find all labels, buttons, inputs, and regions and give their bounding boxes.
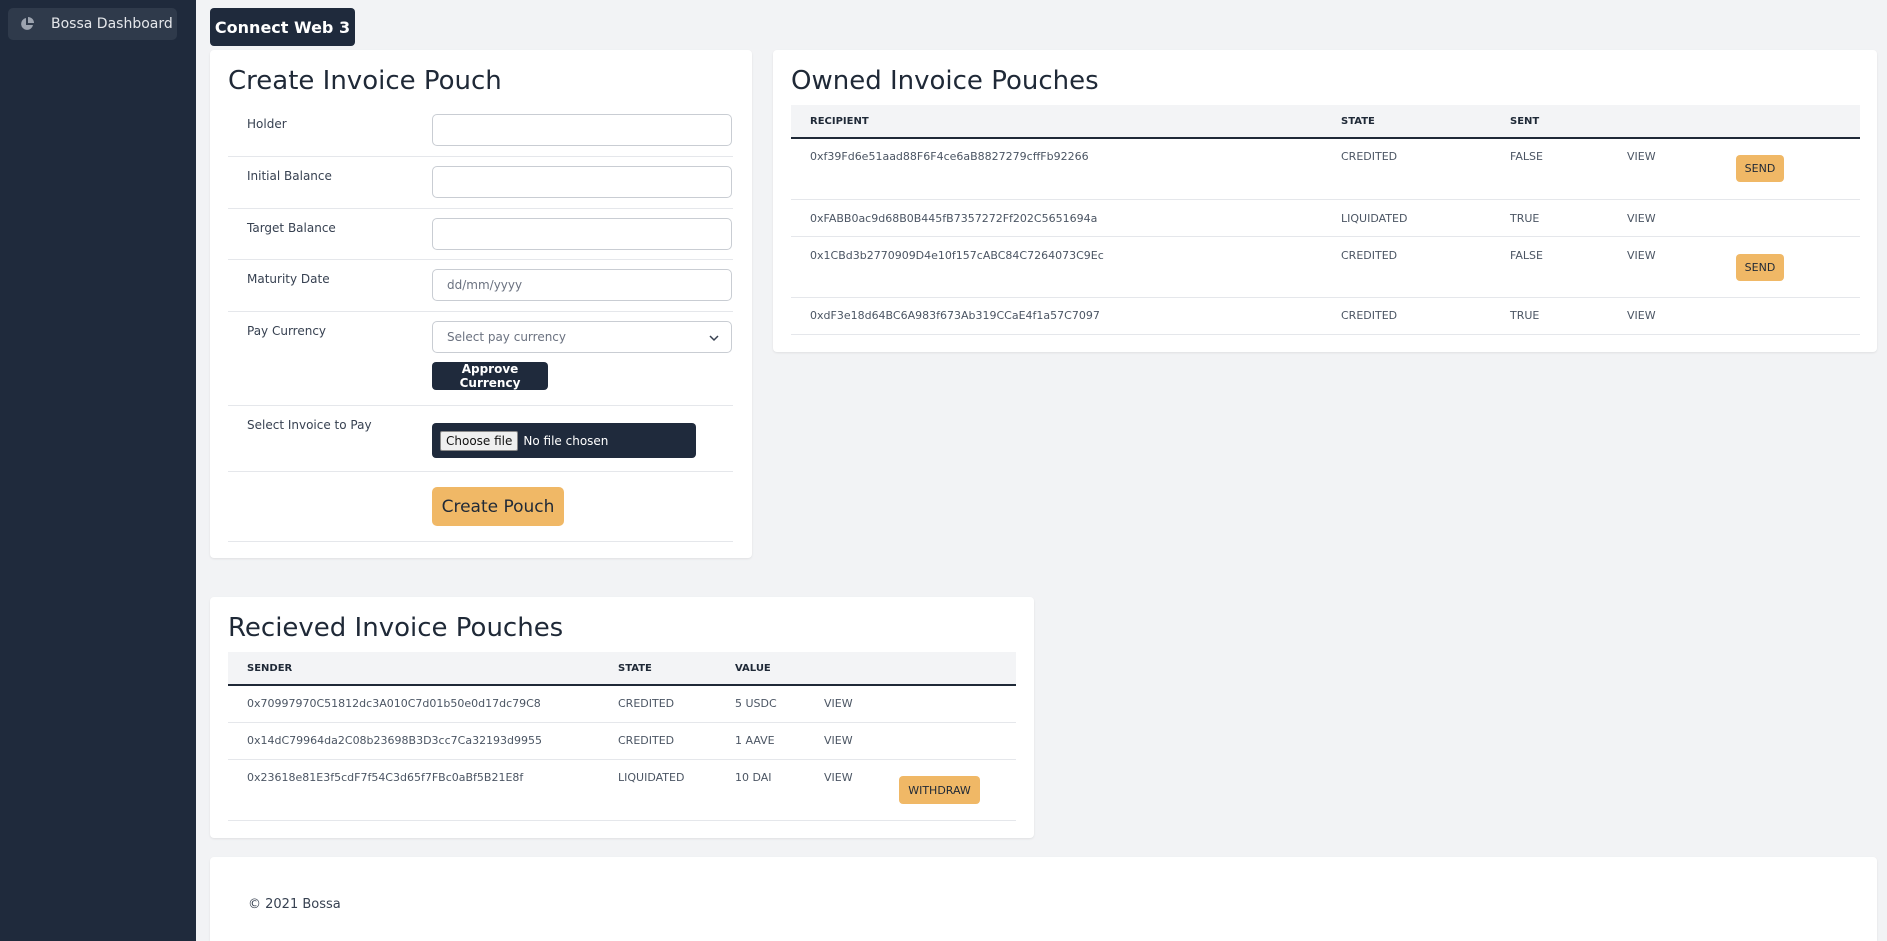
state-value: LIQUIDATED (618, 771, 685, 784)
copyright-text: © 2021 Bossa (248, 897, 341, 912)
withdraw-button[interactable]: WITHDRAW (899, 776, 980, 804)
received-table-header: SENDER STATE VALUE (228, 652, 1016, 686)
state-value: CREDITED (1341, 309, 1398, 322)
view-link[interactable]: VIEW (1627, 150, 1656, 163)
view-link[interactable]: VIEW (1627, 309, 1656, 322)
state-value: CREDITED (1341, 150, 1398, 163)
maturity-date-label: Maturity Date (247, 272, 330, 286)
target-balance-input[interactable] (432, 218, 732, 250)
recipient-address: 0xf39Fd6e51aad88F6F4ce6aB8827279cffFb922… (810, 150, 1089, 163)
sent-value: TRUE (1510, 212, 1540, 225)
view-link[interactable]: VIEW (824, 771, 853, 784)
chevron-down-icon (709, 332, 719, 342)
value-amount: 5 USDC (735, 697, 777, 710)
create-pouch-title: Create Invoice Pouch (228, 66, 502, 96)
target-balance-row: Target Balance (228, 209, 733, 260)
view-link[interactable]: VIEW (1627, 249, 1656, 262)
send-button[interactable]: SEND (1736, 254, 1784, 281)
view-link[interactable]: VIEW (1627, 212, 1656, 225)
recipient-address: 0xFABB0ac9d68B0B445fB7357272Ff202C565169… (810, 212, 1098, 225)
send-button[interactable]: SEND (1736, 155, 1784, 182)
received-pouches-card: Recieved Invoice Pouches SENDER STATE VA… (210, 597, 1034, 838)
initial-balance-input[interactable] (432, 166, 732, 198)
received-pouches-title: Recieved Invoice Pouches (228, 613, 564, 643)
pay-currency-select[interactable]: Select pay currency (432, 321, 732, 353)
invoice-file-input[interactable]: Choose file No file chosen (432, 423, 696, 458)
state-value: CREDITED (1341, 249, 1398, 262)
owned-pouches-card: Owned Invoice Pouches RECIPIENT STATE SE… (773, 50, 1877, 352)
initial-balance-label: Initial Balance (247, 169, 332, 183)
sent-value: FALSE (1510, 249, 1543, 262)
column-header-value: VALUE (735, 663, 771, 674)
table-row: 0xFABB0ac9d68B0B445fB7357272Ff202C565169… (791, 200, 1860, 237)
value-amount: 10 DAI (735, 771, 772, 784)
column-header-state: STATE (1341, 116, 1375, 127)
view-link[interactable]: VIEW (824, 734, 853, 747)
state-value: CREDITED (618, 697, 675, 710)
column-header-recipient: RECIPIENT (810, 116, 869, 127)
table-row: 0x14dC79964da2C08b23698B3D3cc7Ca32193d99… (228, 723, 1016, 760)
sidebar-item-bossa-dashboard[interactable]: Bossa Dashboard (8, 8, 177, 40)
pay-currency-row: Pay Currency Select pay currency Approve… (228, 312, 733, 406)
approve-currency-button[interactable]: Approve Currency (432, 362, 548, 390)
table-row: 0x1CBd3b2770909D4e10f157cABC84C7264073C9… (791, 237, 1860, 298)
sent-value: FALSE (1510, 150, 1543, 163)
maturity-date-input[interactable]: dd/mm/yyyy (432, 269, 732, 301)
sender-address: 0x70997970C51812dc3A010C7d01b50e0d17dc79… (247, 697, 541, 710)
sender-address: 0x14dC79964da2C08b23698B3D3cc7Ca32193d99… (247, 734, 543, 747)
initial-balance-row: Initial Balance (228, 157, 733, 209)
sidebar-item-label: Bossa Dashboard (51, 16, 173, 32)
table-row: 0xdF3e18d64BC6A983f673Ab319CCaE4f1a57C70… (791, 298, 1860, 335)
pay-currency-label: Pay Currency (247, 324, 327, 338)
table-row: 0x23618e81E3f5cdF7f54C3d65f7FBc0aBf5B21E… (228, 760, 1016, 821)
recipient-address: 0x1CBd3b2770909D4e10f157cABC84C7264073C9… (810, 249, 1104, 262)
owned-table-header: RECIPIENT STATE SENT (791, 105, 1860, 139)
file-status: No file chosen (523, 433, 609, 448)
invoice-file-label: Select Invoice to Pay (247, 418, 372, 432)
create-pouch-button[interactable]: Create Pouch (432, 487, 564, 526)
footer: © 2021 Bossa (210, 857, 1877, 941)
owned-pouches-title: Owned Invoice Pouches (791, 66, 1099, 96)
create-pouch-card: Create Invoice Pouch Holder Initial Bala… (210, 50, 752, 558)
column-header-sent: SENT (1510, 116, 1540, 127)
state-value: CREDITED (618, 734, 675, 747)
column-header-sender: SENDER (247, 663, 293, 674)
submit-row: Create Pouch (228, 472, 733, 542)
pie-chart-icon (20, 17, 34, 31)
sender-address: 0x23618e81E3f5cdF7f54C3d65f7FBc0aBf5B21E… (247, 771, 524, 784)
sent-value: TRUE (1510, 309, 1540, 322)
recipient-address: 0xdF3e18d64BC6A983f673Ab319CCaE4f1a57C70… (810, 309, 1100, 322)
choose-file-button[interactable]: Choose file (440, 430, 519, 451)
table-row: 0xf39Fd6e51aad88F6F4ce6aB8827279cffFb922… (791, 139, 1860, 200)
maturity-date-row: Maturity Date dd/mm/yyyy (228, 260, 733, 312)
value-amount: 1 AAVE (735, 734, 775, 747)
sidebar: Bossa Dashboard (0, 0, 196, 941)
holder-row: Holder (228, 105, 733, 157)
table-row: 0x70997970C51812dc3A010C7d01b50e0d17dc79… (228, 686, 1016, 723)
state-value: LIQUIDATED (1341, 212, 1408, 225)
connect-web3-button[interactable]: Connect Web 3 (210, 8, 355, 46)
target-balance-label: Target Balance (247, 221, 336, 235)
view-link[interactable]: VIEW (824, 697, 853, 710)
invoice-file-row: Select Invoice to Pay Choose file No fil… (228, 406, 733, 472)
holder-label: Holder (247, 117, 287, 131)
holder-input[interactable] (432, 114, 732, 146)
column-header-state: STATE (618, 663, 652, 674)
pay-currency-placeholder: Select pay currency (447, 330, 567, 344)
